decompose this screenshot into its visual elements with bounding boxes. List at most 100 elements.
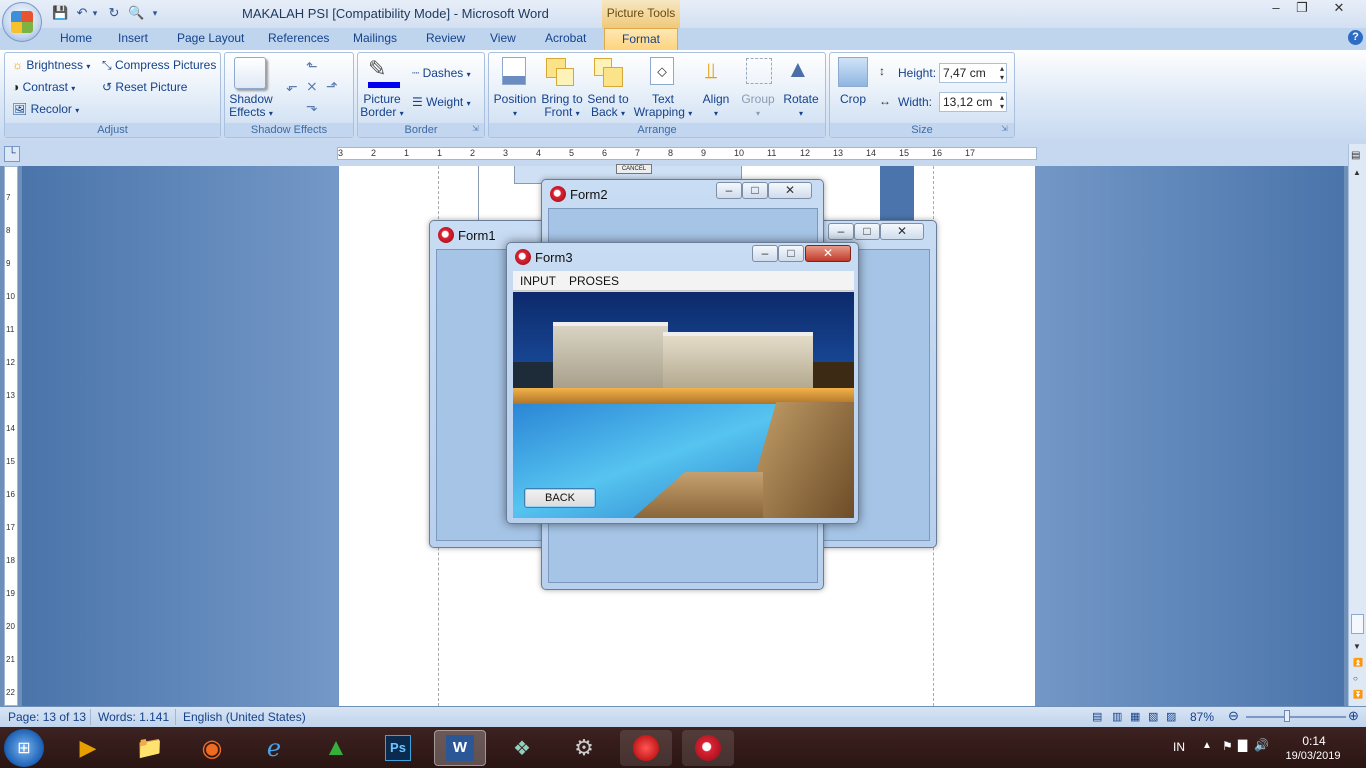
zoom-slider-track[interactable] [1246,716,1346,718]
zoom-slider-thumb[interactable] [1284,710,1290,722]
taskbar-explorer-icon[interactable]: 📁 [124,730,176,766]
web-layout-icon[interactable]: ▦ [1130,710,1140,723]
menu-input[interactable]: INPUT [520,274,556,288]
shadow-toggle-icon[interactable]: ⨯ [306,78,318,95]
clock-date[interactable]: 19/03/2019 [1280,750,1346,762]
form2-maximize-button[interactable]: □ [742,182,768,199]
picture-border-button[interactable]: Picture Border ▾ [358,93,406,120]
outline-icon[interactable]: ▧ [1148,710,1158,723]
next-page-icon[interactable]: ⏬ [1353,690,1363,699]
brightness-button[interactable]: ☼ Brightness ▾ [12,58,90,72]
send-to-back-button[interactable]: Send to Back ▾ [585,93,631,120]
print-layout-icon[interactable]: ▤ [1092,710,1102,723]
tab-format[interactable]: Format [604,28,678,50]
scroll-thumb[interactable] [1351,614,1364,634]
height-input[interactable]: 7,47 cm ▴ ▾ [939,63,1007,83]
draft-icon[interactable]: ▨ [1166,710,1176,723]
form2-close-button[interactable]: ✕ [768,182,812,199]
full-screen-reading-icon[interactable]: ▥ [1112,710,1122,723]
tab-references[interactable]: References [268,31,329,45]
scroll-down-icon[interactable]: ▼ [1353,642,1361,651]
rotate-button[interactable]: Rotate ▾ [780,93,822,120]
nudge-shadow-left-icon[interactable]: ⬐ [286,78,298,95]
form1-minimize-button[interactable]: – [828,223,854,240]
taskbar-word-icon[interactable]: W [434,730,486,766]
restore-button[interactable]: ❐ [1288,0,1316,18]
vertical-scrollbar[interactable]: ▤ ▲ ▼ ⏫ ○ ⏬ [1348,144,1366,706]
tab-view[interactable]: View [490,31,516,45]
horizontal-ruler[interactable]: 3 2 1 1 2 3 4 5 6 7 8 9 10 11 12 13 14 15 16 17 [337,147,1037,160]
tab-home[interactable]: Home [60,31,92,45]
compress-pictures-button[interactable]: ⤡ Compress Pictures [102,58,216,73]
tab-insert[interactable]: Insert [118,31,148,45]
vertical-ruler[interactable]: 7 8 9 10 11 12 13 14 15 16 17 18 19 20 21 22 [4,166,18,706]
network-icon[interactable]: ▇ [1238,738,1247,752]
tab-mailings[interactable]: Mailings [353,31,397,45]
shadow-effects-icon[interactable] [234,57,266,89]
spinner-icon[interactable]: ▴ ▾ [1000,64,1004,82]
redo-icon[interactable]: ↻ [106,5,122,21]
taskbar-tool-icon[interactable]: ⚙ [558,730,610,766]
clock-time[interactable]: 0:14 [1296,734,1332,748]
position-button[interactable]: Position ▾ [493,93,537,120]
dashes-button[interactable]: ┈ Dashes ▾ [412,66,471,80]
taskbar-media-player-icon[interactable]: ▶ [62,730,114,766]
spinner-icon[interactable]: ▴ ▾ [1000,93,1004,111]
zoom-level[interactable]: 87% [1190,710,1214,724]
zoom-out-icon[interactable]: ⊖ [1228,708,1239,724]
tab-review[interactable]: Review [426,31,465,45]
tab-acrobat[interactable]: Acrobat [545,31,586,45]
taskbar-app-icon[interactable]: ▲ [310,730,362,766]
qat-customize-icon[interactable]: ▾ [150,5,160,21]
office-button[interactable] [2,2,42,42]
undo-dropdown-icon[interactable]: ▾ [90,5,100,21]
tab-selector-button[interactable]: └ [4,146,20,162]
taskbar-ie-icon[interactable]: ℯ [248,730,300,766]
taskbar-app-red-icon[interactable] [620,730,672,766]
minimize-button[interactable]: – [1262,0,1290,18]
recolor-button[interactable]: 🖼 Recolor ▾ [12,102,79,116]
form3-close-button[interactable]: ✕ [805,245,851,262]
nudge-shadow-right-icon[interactable]: ⬏ [326,78,338,95]
taskbar-firefox-icon[interactable]: ◉ [186,730,238,766]
text-wrapping-button[interactable]: Text Wrapping ▾ [632,93,694,120]
print-preview-icon[interactable]: 🔍 [128,5,144,21]
cancel-button[interactable]: CANCEL [616,164,652,174]
language-indicator[interactable]: English (United States) [183,710,306,724]
select-browse-object-icon[interactable]: ○ [1353,674,1358,683]
word-count[interactable]: Words: 1.141 [98,710,169,724]
dialog-launcher-icon[interactable]: ⇲ [1001,124,1008,133]
input-language[interactable]: IN [1173,740,1185,754]
shadow-effects-button[interactable]: Shadow Effects ▾ [226,93,276,120]
align-button[interactable]: Align ▾ [698,93,734,120]
form1-close-button[interactable]: ✕ [880,223,924,240]
form2-minimize-button[interactable]: – [716,182,742,199]
form1-maximize-button[interactable]: □ [854,223,880,240]
flag-icon[interactable]: ⚑ [1222,739,1233,753]
tab-page-layout[interactable]: Page Layout [177,31,244,45]
show-hidden-icons-icon[interactable]: ▲ [1202,740,1212,751]
page-count[interactable]: Page: 13 of 13 [8,710,86,724]
crop-button[interactable]: Crop [834,93,872,106]
volume-icon[interactable]: 🔊 [1254,738,1269,752]
bring-to-front-button[interactable]: Bring to Front ▾ [538,93,586,120]
form3-minimize-button[interactable]: – [752,245,778,262]
scroll-up-icon[interactable]: ▲ [1353,168,1361,177]
start-button[interactable]: ⊞ [4,729,44,767]
reset-picture-button[interactable]: ↺ Reset Picture [102,80,187,94]
width-input[interactable]: 13,12 cm ▴ ▾ [939,92,1007,112]
taskbar-editor-icon[interactable]: ❖ [496,730,548,766]
dialog-launcher-icon[interactable]: ⇲ [472,124,479,133]
nudge-shadow-up-icon[interactable]: ⬑ [306,58,318,75]
help-icon[interactable]: ? [1348,30,1363,45]
back-button[interactable]: BACK [524,488,596,508]
menu-proses[interactable]: PROSES [569,274,619,288]
form3-maximize-button[interactable]: □ [778,245,804,262]
zoom-in-icon[interactable]: ⊕ [1348,708,1359,724]
taskbar-photoshop-icon[interactable]: Ps [372,730,424,766]
undo-icon[interactable]: ↶ [74,5,90,21]
nudge-shadow-down-icon[interactable]: ⬎ [306,98,318,115]
save-icon[interactable]: 💾 [52,5,68,21]
ruler-toggle-icon[interactable]: ▤ [1351,150,1360,161]
close-button[interactable]: ✕ [1322,0,1356,18]
